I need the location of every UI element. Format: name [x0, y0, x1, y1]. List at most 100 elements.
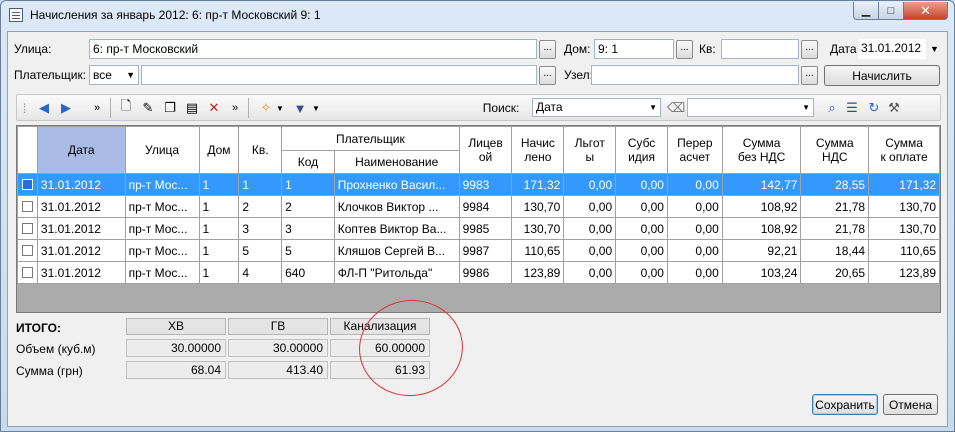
header-benefit[interactable]: Льгот ы: [563, 126, 617, 174]
new-document-icon[interactable]: 🗋: [117, 98, 135, 117]
header-code[interactable]: Код: [281, 150, 335, 174]
cell-vat[interactable]: 18,44: [800, 239, 870, 262]
hammer-icon[interactable]: ⚒: [885, 99, 903, 117]
cell-sum_novat[interactable]: 108,92: [721, 195, 802, 218]
toolbar-more-1[interactable]: »: [91, 99, 103, 117]
cell-subsidy[interactable]: 0,00: [615, 239, 668, 262]
cell-benefit[interactable]: 0,00: [563, 261, 617, 284]
row-checkbox-cell[interactable]: [17, 217, 38, 240]
cell-sum_novat[interactable]: 92,21: [721, 239, 802, 262]
payer-filter-select[interactable]: все ▼: [89, 65, 139, 85]
eraser-icon[interactable]: ⌫: [667, 99, 685, 117]
header-account[interactable]: Лицев ой: [458, 126, 513, 174]
row-checkbox[interactable]: [21, 245, 33, 256]
cell-code[interactable]: 3: [281, 217, 335, 240]
cell-sum_novat[interactable]: 103,24: [721, 261, 802, 284]
edit-document-icon[interactable]: ✎: [139, 99, 157, 117]
table-row[interactable]: 31.01.2012 пр-т Мос... 1 5 5 Кляшов Сергей В.…: [17, 239, 940, 262]
date-dropdown-icon[interactable]: ▼: [930, 44, 939, 54]
row-checkbox-cell[interactable]: [17, 239, 38, 262]
refresh-icon[interactable]: ↻: [865, 99, 883, 117]
filter-dropdown-icon[interactable]: ▼: [311, 99, 321, 117]
minimize-button[interactable]: ▁: [853, 2, 879, 20]
cell-vat[interactable]: 20,65: [800, 261, 870, 284]
cell-apt[interactable]: 4: [238, 261, 283, 284]
cell-sum_novat[interactable]: 142,77: [721, 173, 802, 196]
maximize-button[interactable]: □: [879, 2, 904, 20]
header-total[interactable]: Сумма к оплате: [868, 126, 940, 174]
cell-charged[interactable]: 171,32: [511, 173, 565, 196]
row-checkbox[interactable]: [21, 201, 33, 212]
cell-street[interactable]: пр-т Мос...: [124, 261, 200, 284]
cell-benefit[interactable]: 0,00: [563, 239, 617, 262]
cell-date[interactable]: 31.01.2012: [36, 173, 126, 196]
cell-house[interactable]: 1: [198, 217, 240, 240]
cell-vat[interactable]: 28,55: [800, 173, 870, 196]
house-field[interactable]: 9: 1: [594, 39, 674, 59]
cell-charged[interactable]: 130,70: [511, 195, 565, 218]
cell-charged[interactable]: 110,65: [511, 239, 565, 262]
cell-name[interactable]: Коптев Виктор Ва...: [333, 217, 460, 240]
cell-name[interactable]: ФЛ-П "Ритольда": [333, 261, 460, 284]
cell-subsidy[interactable]: 0,00: [615, 195, 668, 218]
payer-lookup-button[interactable]: ...: [539, 66, 556, 85]
apt-lookup-button[interactable]: ...: [801, 40, 818, 59]
cell-date[interactable]: 31.01.2012: [36, 261, 126, 284]
cell-code[interactable]: 5: [281, 239, 335, 262]
header-name[interactable]: Наименование: [333, 150, 460, 174]
search-field-select[interactable]: Дата ▼: [532, 98, 661, 117]
cell-apt[interactable]: 2: [238, 195, 283, 218]
cell-account[interactable]: 9983: [458, 173, 513, 196]
cell-date[interactable]: 31.01.2012: [36, 217, 126, 240]
house-lookup-button[interactable]: ...: [676, 40, 693, 59]
cell-code[interactable]: 1: [281, 173, 335, 196]
magic-wand-icon[interactable]: ✧: [257, 99, 275, 117]
cell-account[interactable]: 9985: [458, 217, 513, 240]
calculate-button[interactable]: Начислить: [824, 65, 940, 86]
header-apt[interactable]: Кв.: [238, 126, 283, 174]
cell-account[interactable]: 9986: [458, 261, 513, 284]
cell-total[interactable]: 130,70: [868, 195, 940, 218]
wand-dropdown-icon[interactable]: ▼: [275, 99, 285, 117]
cell-benefit[interactable]: 0,00: [563, 217, 617, 240]
cell-vat[interactable]: 21,78: [800, 217, 870, 240]
header-date[interactable]: Дата: [36, 126, 126, 174]
cell-recalc[interactable]: 0,00: [666, 195, 723, 218]
cell-recalc[interactable]: 0,00: [666, 217, 723, 240]
toolbar-more-2[interactable]: »: [229, 99, 241, 117]
cell-account[interactable]: 9984: [458, 195, 513, 218]
header-house[interactable]: Дом: [198, 126, 240, 174]
search-input[interactable]: ▼: [687, 98, 814, 117]
cell-charged[interactable]: 130,70: [511, 217, 565, 240]
delete-icon[interactable]: ✕: [205, 99, 223, 117]
cell-recalc[interactable]: 0,00: [666, 239, 723, 262]
header-recalc[interactable]: Перер асчет: [666, 126, 723, 174]
cell-code[interactable]: 2: [281, 195, 335, 218]
cell-total[interactable]: 130,70: [868, 217, 940, 240]
cell-charged[interactable]: 123,89: [511, 261, 565, 284]
date-field[interactable]: 31.01.2012: [858, 39, 926, 59]
street-lookup-button[interactable]: ...: [539, 40, 556, 59]
cell-house[interactable]: 1: [198, 195, 240, 218]
cell-name[interactable]: Прохненко Васил...: [333, 173, 460, 196]
header-vat[interactable]: Сумма НДС: [800, 126, 870, 174]
cell-apt[interactable]: 3: [238, 217, 283, 240]
table-row[interactable]: 31.01.2012 пр-т Мос... 1 1 1 Прохненко Васил.…: [17, 173, 940, 196]
cell-code[interactable]: 640: [281, 261, 335, 284]
node-field[interactable]: [591, 65, 799, 85]
cell-house[interactable]: 1: [198, 173, 240, 196]
cell-street[interactable]: пр-т Мос...: [124, 195, 200, 218]
save-button[interactable]: Сохранить: [812, 394, 878, 415]
row-checkbox[interactable]: [21, 179, 33, 190]
cell-apt[interactable]: 5: [238, 239, 283, 262]
cell-name[interactable]: Клочков Виктор ...: [333, 195, 460, 218]
row-checkbox-cell[interactable]: [17, 173, 38, 196]
apt-field[interactable]: [721, 39, 799, 59]
table-row[interactable]: 31.01.2012 пр-т Мос... 1 2 2 Клочков Виктор .…: [17, 195, 940, 218]
cell-house[interactable]: 1: [198, 261, 240, 284]
cell-account[interactable]: 9987: [458, 239, 513, 262]
cell-street[interactable]: пр-т Мос...: [124, 173, 200, 196]
row-checkbox[interactable]: [21, 223, 33, 234]
list-icon[interactable]: ☰: [843, 99, 861, 117]
street-field[interactable]: 6: пр-т Московский: [89, 39, 537, 59]
